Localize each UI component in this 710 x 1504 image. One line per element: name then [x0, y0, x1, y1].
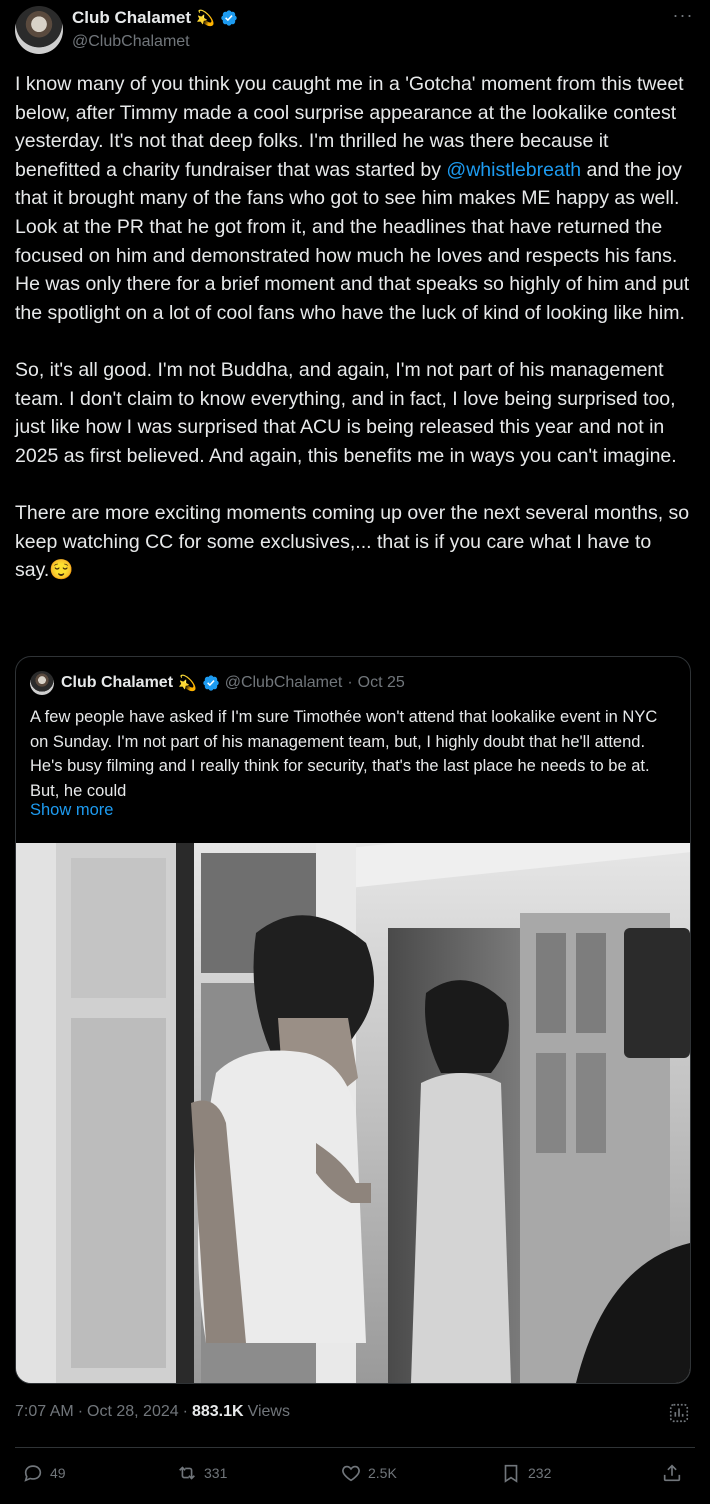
verified-badge-icon — [221, 10, 237, 26]
quoted-separator: · — [347, 674, 353, 691]
tweet-text: There are more exciting moments coming u… — [15, 501, 690, 582]
divider — [15, 1447, 695, 1448]
tweet-date[interactable]: Oct 28, 2024 — [87, 1403, 179, 1421]
author-name-row[interactable]: Club Chalamet 💫 — [72, 8, 238, 28]
bookmark-icon — [504, 1464, 518, 1483]
bookmark-count: 232 — [528, 1465, 552, 1481]
views-label: Views — [247, 1403, 290, 1420]
meta-separator: · — [77, 1403, 84, 1420]
repost-button[interactable]: 331 — [176, 1462, 227, 1484]
analytics-icon[interactable] — [668, 1402, 690, 1424]
repost-icon — [179, 1466, 195, 1480]
repost-count: 331 — [204, 1465, 228, 1481]
author-name-emoji: 💫 — [196, 9, 215, 27]
tweet-meta: 7:07 AM · Oct 28, 2024 · 883.1K Views — [15, 1403, 290, 1421]
reply-icon — [24, 1465, 42, 1482]
tweet-body: I know many of you think you caught me i… — [15, 70, 690, 585]
tweet-paragraph: So, it's all good. I'm not Buddha, and a… — [15, 356, 690, 470]
more-icon[interactable]: ··· — [671, 6, 695, 26]
like-icon — [342, 1465, 360, 1482]
like-button[interactable]: 2.5K — [340, 1462, 397, 1484]
like-count: 2.5K — [368, 1465, 397, 1481]
reply-count: 49 — [50, 1465, 66, 1481]
avatar[interactable] — [15, 6, 63, 54]
quoted-handle: @ClubChalamet — [224, 674, 343, 691]
author-handle[interactable]: @ClubChalamet — [72, 33, 190, 51]
bookmark-button[interactable]: 232 — [500, 1462, 551, 1484]
author-name[interactable]: Club Chalamet — [72, 8, 191, 28]
show-more-link[interactable]: Show more — [30, 801, 113, 820]
views-count: 883.1K — [191, 1403, 244, 1420]
reply-button[interactable]: 49 — [22, 1462, 66, 1484]
tweet-header: Club Chalamet 💫 @ClubChalamet ··· — [15, 6, 695, 54]
quoted-text: A few people have asked if I'm sure Timo… — [30, 708, 658, 800]
tweet-paragraph: I know many of you think you caught me i… — [15, 70, 690, 327]
tweet-paragraph: There are more exciting moments coming u… — [15, 499, 690, 585]
share-button[interactable] — [661, 1462, 683, 1484]
quoted-header: Club Chalamet 💫 @ClubChalamet · Oct 25 — [30, 671, 405, 695]
tweet-text: and the joy that it brought many of the … — [15, 158, 690, 324]
mention-link[interactable]: @whistlebreath — [446, 159, 581, 181]
quoted-tweet[interactable]: Club Chalamet 💫 @ClubChalamet · Oct 25 A… — [15, 656, 691, 1384]
tweet-text: So, it's all good. I'm not Buddha, and a… — [15, 358, 677, 467]
quoted-author-name: Club Chalamet — [61, 674, 174, 691]
quoted-avatar — [30, 671, 54, 695]
verified-badge-icon — [203, 675, 219, 691]
quoted-date: Oct 25 — [357, 674, 405, 691]
meta-separator: · — [182, 1403, 188, 1420]
tweet-time[interactable]: 7:07 AM — [15, 1403, 74, 1421]
action-bar: 49 331 2.5K 232 — [0, 1458, 710, 1492]
quoted-photo[interactable] — [16, 843, 690, 1383]
face-emoji: 😌 — [49, 559, 74, 582]
quoted-name-emoji: 💫 — [178, 674, 197, 692]
share-icon — [663, 1464, 681, 1482]
